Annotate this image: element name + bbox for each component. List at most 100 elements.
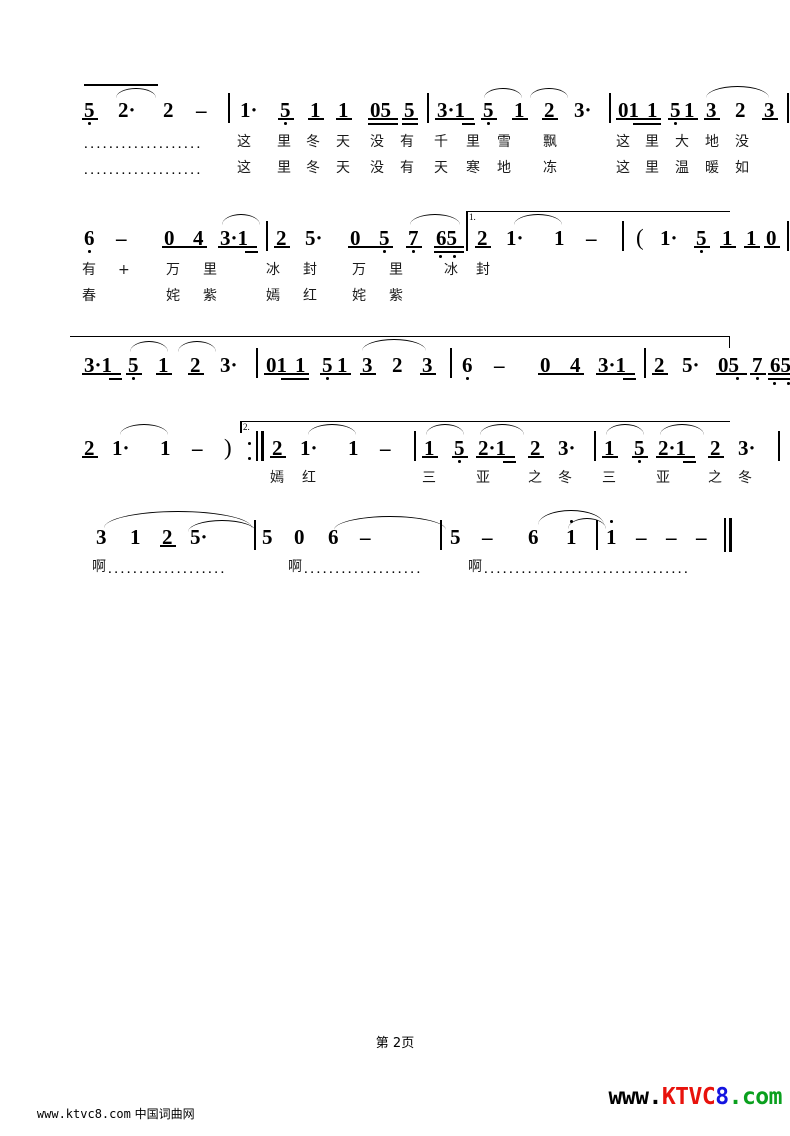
- lyric-char: 之: [528, 470, 542, 486]
- beam: [278, 118, 294, 120]
- beam: [218, 246, 257, 248]
- lyric-char: 姹: [352, 288, 366, 304]
- dash: –: [696, 525, 707, 549]
- beam: [538, 373, 584, 375]
- note: 5: [450, 525, 461, 549]
- lyric-char: 地: [705, 134, 719, 150]
- dash: –: [494, 353, 505, 377]
- beam: [716, 373, 747, 375]
- page-number: 第 2页: [375, 1036, 415, 1051]
- lyric-extension-dots: ...................: [108, 561, 227, 577]
- beam: [308, 118, 324, 120]
- beam: [406, 246, 422, 248]
- beam: [708, 456, 724, 458]
- note: 6: [328, 525, 339, 549]
- beam: [512, 118, 528, 120]
- lyric-char: 冬: [738, 470, 752, 486]
- dash: –: [192, 436, 203, 460]
- slur-arc: [660, 424, 704, 435]
- beam: [402, 118, 418, 120]
- lyric-char: 冬: [306, 160, 320, 176]
- lyric-char: 这: [616, 160, 630, 176]
- lyric-char: 里: [277, 134, 291, 150]
- logo-part-1: KTV: [661, 1084, 703, 1110]
- dash: –: [196, 98, 207, 122]
- beam: [156, 373, 172, 375]
- beam: [462, 123, 475, 125]
- lyric-char: 冰: [444, 262, 458, 278]
- beam: [750, 373, 766, 375]
- beam: [422, 456, 438, 458]
- beam: [528, 456, 544, 458]
- lyric-char: 天: [336, 160, 350, 176]
- volta-leg-right: [728, 337, 730, 348]
- lyric-extension-dots: ...................: [84, 136, 203, 152]
- lyric-char: 飘: [543, 134, 557, 150]
- beam: [245, 251, 258, 253]
- barline: [778, 431, 780, 461]
- octave-dot-low: [326, 377, 329, 380]
- slur-arc: [178, 341, 216, 352]
- note: 5·: [305, 226, 323, 250]
- repeat-dot: [248, 442, 252, 446]
- note: 1·: [506, 226, 524, 250]
- beam: [281, 378, 309, 380]
- note: 3·: [220, 353, 238, 377]
- lyric-char: 这: [616, 134, 630, 150]
- slur-arc: [426, 424, 464, 435]
- barline: [644, 348, 646, 378]
- lyric-char: 里: [203, 262, 217, 278]
- logo-part-4: .: [728, 1084, 743, 1110]
- octave-dot-low: [466, 377, 469, 380]
- beam: [434, 251, 464, 253]
- lyric-extension-dots: .................................: [484, 561, 691, 577]
- final-barline-thin: [724, 518, 726, 552]
- dash: –: [586, 226, 597, 250]
- lyric-char: 万: [166, 262, 180, 278]
- lyric-char: 万: [352, 262, 366, 278]
- beam: [720, 246, 736, 248]
- barline: [787, 221, 789, 251]
- tie-arc: [116, 88, 156, 98]
- lyric-char: +: [118, 262, 130, 278]
- beam: [476, 456, 515, 458]
- note: 5·: [682, 353, 700, 377]
- octave-dot-low: [638, 460, 641, 463]
- slur-arc: [130, 341, 168, 352]
- lyric-char: 这: [237, 134, 251, 150]
- beam: [368, 123, 398, 125]
- lyric-char: 之: [708, 470, 722, 486]
- octave-dot-low: [88, 250, 91, 253]
- beam: [435, 118, 474, 120]
- beam: [320, 373, 351, 375]
- octave-dot-low: [487, 122, 490, 125]
- repeat-thin-barline: [256, 431, 258, 461]
- octave-dot-low: [787, 382, 790, 385]
- lyric-char: 有: [400, 160, 414, 176]
- beam: [126, 373, 142, 375]
- octave-dot-high: [610, 520, 613, 523]
- volta-bracket-1: 1.: [466, 211, 730, 223]
- lyric-char: 有: [400, 134, 414, 150]
- note: 3·: [738, 436, 756, 460]
- lyric-char: 千: [434, 134, 448, 150]
- beam: [336, 118, 352, 120]
- lyric-char: 里: [389, 262, 403, 278]
- logo-part-3: 8: [715, 1084, 729, 1110]
- barline: [596, 520, 598, 550]
- slur-arc: [480, 424, 524, 435]
- octave-dot-low: [132, 377, 135, 380]
- beam: [348, 246, 393, 248]
- note: 3: [96, 525, 107, 549]
- beam: [542, 118, 558, 120]
- beam: [270, 456, 286, 458]
- beam: [82, 118, 98, 120]
- note: 0: [294, 525, 305, 549]
- slur-arc: [706, 86, 769, 98]
- beam: [475, 246, 491, 248]
- note: 3·: [574, 98, 592, 122]
- dash: –: [380, 436, 391, 460]
- logo-part-0: www.: [608, 1084, 662, 1110]
- dash: –: [666, 525, 677, 549]
- lyric-char: 嫣: [266, 288, 280, 304]
